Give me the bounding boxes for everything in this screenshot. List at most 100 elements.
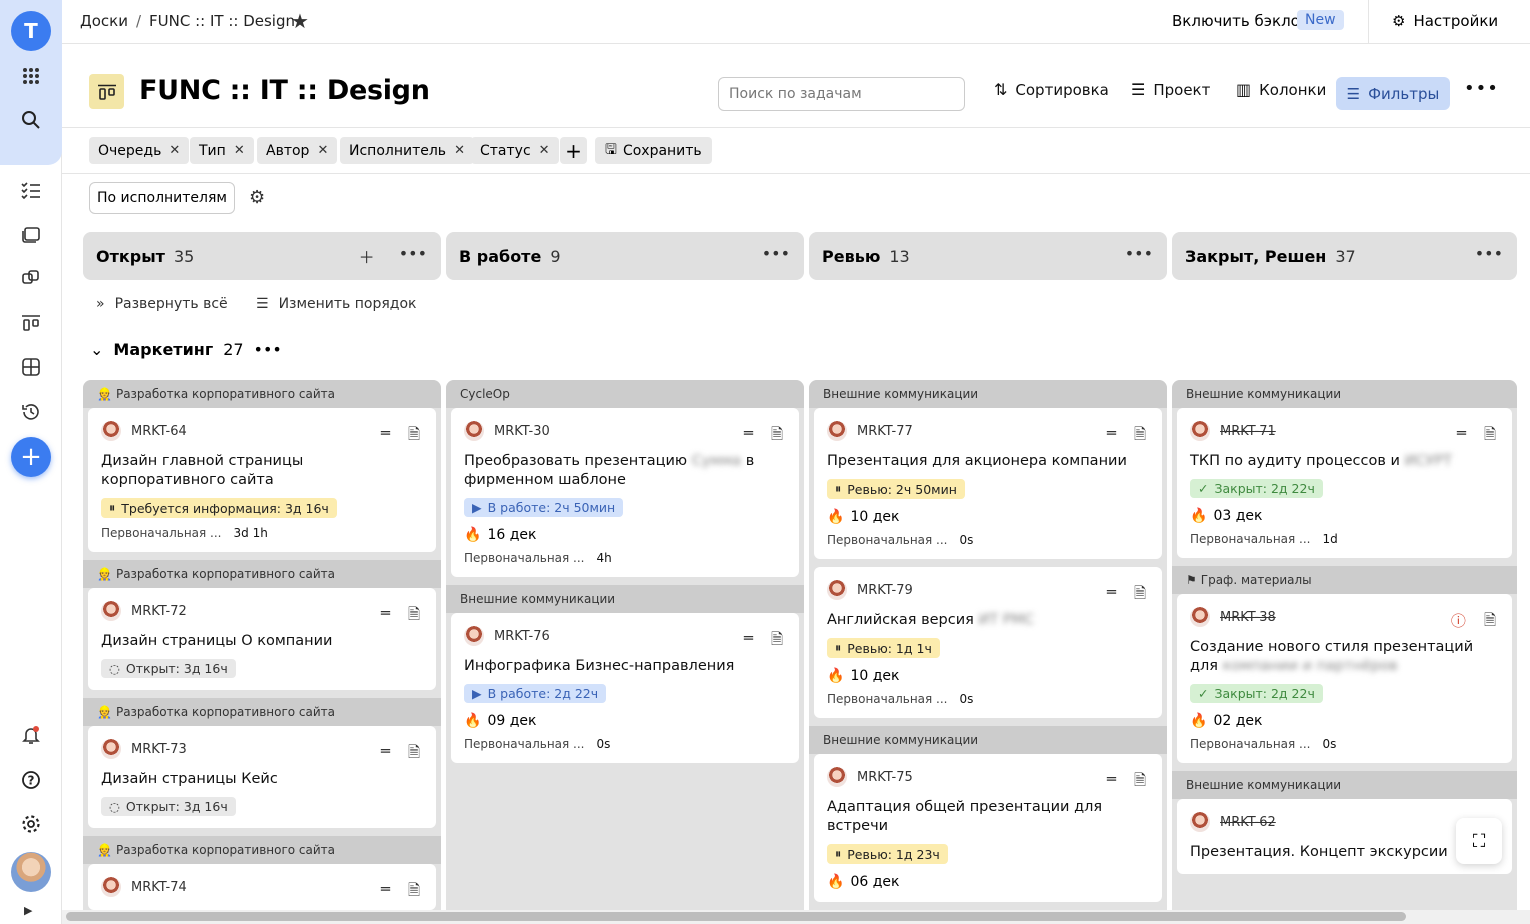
task-title[interactable]: Дизайн главной страницы корпоративного с… bbox=[101, 452, 423, 490]
enable-backlog-button[interactable]: Включить бэклог bbox=[1172, 12, 1308, 30]
board-settings-button[interactable]: ⚙ Настройки bbox=[1392, 12, 1498, 30]
more-options-icon[interactable]: ••• bbox=[1464, 78, 1499, 99]
project-button[interactable]: ☰ Проект bbox=[1131, 80, 1210, 99]
task-key[interactable]: MRKT-62 bbox=[1220, 815, 1276, 830]
search-icon[interactable] bbox=[16, 105, 46, 135]
task-card[interactable]: MRKT-77 ═ 🗎 Презентация для акционера ком… bbox=[814, 408, 1162, 559]
boards-icon[interactable] bbox=[16, 308, 46, 338]
save-filter-button[interactable]: 🖫 Сохранить bbox=[595, 137, 712, 164]
fire-icon: 🔥 bbox=[464, 713, 482, 729]
breadcrumb-root[interactable]: Доски bbox=[80, 12, 128, 30]
task-card[interactable]: MRKT-72 ═ 🗎 Дизайн страницы О компании ◌ О… bbox=[88, 588, 436, 690]
filter-chip-author[interactable]: Автор ✕ bbox=[257, 137, 338, 164]
task-key[interactable]: MRKT-38 bbox=[1220, 610, 1276, 625]
task-card[interactable]: MRKT-76 ═ 🗎 Инфографика Бизнес-направлени… bbox=[451, 613, 799, 763]
column-more-icon[interactable]: ••• bbox=[762, 244, 790, 263]
swimlane-header[interactable]: ⌄ Маркетинг 27 ••• bbox=[90, 340, 282, 359]
task-title[interactable]: Преобразовать презентацию Сумма в фирмен… bbox=[464, 452, 786, 490]
horizontal-scrollbar[interactable] bbox=[62, 910, 1530, 924]
task-title[interactable]: Инфографика Бизнес-направления bbox=[464, 657, 786, 676]
queues-icon[interactable] bbox=[16, 219, 46, 249]
projects-icon[interactable] bbox=[16, 263, 46, 293]
filter-chip-type[interactable]: Тип ✕ bbox=[190, 137, 254, 164]
task-card[interactable]: MRKT-30 ═ 🗎 Преобразовать презентацию Сум… bbox=[451, 408, 799, 577]
swimlane-more-icon[interactable]: ••• bbox=[254, 340, 282, 359]
scrollbar-thumb[interactable] bbox=[66, 912, 1406, 921]
task-key[interactable]: MRKT-64 bbox=[131, 424, 187, 439]
remove-filter-icon[interactable]: ✕ bbox=[539, 143, 550, 158]
add-task-icon[interactable]: ＋ bbox=[359, 244, 375, 268]
task-title[interactable]: Английская версия ИТ РМС bbox=[827, 611, 1149, 630]
expand-all-label: Развернуть всё bbox=[114, 296, 228, 312]
filters-label: Фильтры bbox=[1368, 84, 1440, 103]
notifications-icon[interactable] bbox=[16, 720, 46, 750]
column-more-icon[interactable]: ••• bbox=[399, 244, 427, 268]
collapse-sidebar-icon[interactable]: ▶ bbox=[24, 904, 32, 917]
fullscreen-toggle-icon[interactable]: ⛶ bbox=[1456, 818, 1502, 864]
lane-in-progress: CycleOp MRKT-30 ═ 🗎 Преобразовать презент… bbox=[446, 380, 804, 910]
task-title[interactable]: Дизайн страницы Кейс bbox=[101, 770, 423, 789]
settings-gear-icon[interactable] bbox=[16, 809, 46, 839]
create-task-button[interactable]: + bbox=[11, 437, 51, 477]
column-more-icon[interactable]: ••• bbox=[1125, 244, 1153, 263]
filter-chip-status[interactable]: Статус ✕ bbox=[471, 137, 559, 164]
task-search-input[interactable] bbox=[718, 77, 965, 111]
play-icon: ▶ bbox=[472, 686, 482, 701]
help-icon[interactable]: ? bbox=[16, 765, 46, 795]
task-title[interactable]: Дизайн страницы О компании bbox=[101, 632, 423, 651]
chevron-down-icon[interactable]: ⌄ bbox=[90, 340, 103, 359]
task-key[interactable]: MRKT-30 bbox=[494, 424, 550, 439]
task-card[interactable]: MRKT-75 ═ 🗎 Адаптация общей презентации д… bbox=[814, 754, 1162, 902]
user-avatar[interactable] bbox=[11, 852, 51, 892]
open-circle-icon: ◌ bbox=[109, 661, 120, 676]
assignee-avatar bbox=[1190, 421, 1210, 441]
remove-filter-icon[interactable]: ✕ bbox=[169, 143, 180, 158]
task-card[interactable]: MRKT-74 ═ 🗎 bbox=[88, 864, 436, 910]
chip-label: Статус bbox=[480, 142, 531, 159]
column-more-icon[interactable]: ••• bbox=[1475, 244, 1503, 263]
favorite-star-icon[interactable]: ★ bbox=[291, 9, 309, 33]
column-count: 37 bbox=[1335, 246, 1356, 266]
settings-label: Настройки bbox=[1413, 12, 1499, 30]
remove-filter-icon[interactable]: ✕ bbox=[234, 143, 245, 158]
assignee-avatar bbox=[1190, 812, 1210, 832]
task-title[interactable]: Создание нового стиля презентаций для ко… bbox=[1190, 638, 1499, 676]
grouping-gear-icon[interactable]: ⚙ bbox=[249, 187, 265, 208]
remove-filter-icon[interactable]: ✕ bbox=[454, 143, 465, 158]
apps-grid-icon[interactable] bbox=[16, 61, 46, 91]
task-key[interactable]: MRKT-76 bbox=[494, 629, 550, 644]
remove-filter-icon[interactable]: ✕ bbox=[317, 143, 328, 158]
reorder-button[interactable]: ☰ Изменить порядок bbox=[256, 296, 417, 312]
expand-all-button[interactable]: » Развернуть всё bbox=[96, 296, 228, 312]
task-card[interactable]: MRKT-64 ═ 🗎 Дизайн главной страницы корпо… bbox=[88, 408, 436, 552]
filter-chip-assignee[interactable]: Исполнитель ✕ bbox=[340, 137, 474, 164]
group-by-assignee-button[interactable]: По исполнителям bbox=[89, 182, 235, 214]
dashboards-icon[interactable] bbox=[16, 352, 46, 382]
priority-normal-icon: ═ bbox=[380, 604, 390, 622]
sort-button[interactable]: ⇅ Сортировка bbox=[994, 80, 1109, 99]
task-title[interactable]: Презентация. Концепт экскурсии bbox=[1190, 843, 1499, 862]
breadcrumb-current[interactable]: FUNC :: IT :: Design bbox=[149, 12, 295, 30]
filters-button[interactable]: ☰ Фильтры bbox=[1336, 77, 1450, 110]
task-key[interactable]: MRKT-79 bbox=[857, 583, 913, 598]
task-card[interactable]: MRKT-71 ═ 🗎 ТКП по аудиту процессов и ИСУ… bbox=[1177, 408, 1512, 558]
filter-chip-queue[interactable]: Очередь ✕ bbox=[89, 137, 190, 164]
page-title: FUNC :: IT :: Design bbox=[139, 75, 430, 106]
task-key[interactable]: MRKT-75 bbox=[857, 770, 913, 785]
add-filter-button[interactable]: + bbox=[560, 137, 587, 164]
task-card[interactable]: MRKT-73 ═ 🗎 Дизайн страницы Кейс ◌ Открыт:… bbox=[88, 726, 436, 828]
task-title[interactable]: Презентация для акционера компании bbox=[827, 452, 1149, 471]
task-key[interactable]: MRKT-73 bbox=[131, 742, 187, 757]
task-card[interactable]: MRKT-38 ⓘ 🗎 Создание нового стиля презент… bbox=[1177, 594, 1512, 763]
task-key[interactable]: MRKT-72 bbox=[131, 604, 187, 619]
task-key[interactable]: MRKT-74 bbox=[131, 880, 187, 895]
task-title[interactable]: ТКП по аудиту процессов и ИСУРТ bbox=[1190, 452, 1499, 471]
task-title[interactable]: Адаптация общей презентации для встречи bbox=[827, 798, 1149, 836]
task-key[interactable]: MRKT-77 bbox=[857, 424, 913, 439]
app-logo[interactable]: T bbox=[11, 11, 51, 51]
tasks-list-icon[interactable] bbox=[16, 175, 46, 205]
task-card[interactable]: MRKT-79 ═ 🗎 Английская версия ИТ РМС ⏸ Рев… bbox=[814, 567, 1162, 718]
columns-button[interactable]: ▥ Колонки bbox=[1236, 80, 1326, 99]
history-icon[interactable] bbox=[16, 397, 46, 427]
task-key[interactable]: MRKT-71 bbox=[1220, 424, 1276, 439]
